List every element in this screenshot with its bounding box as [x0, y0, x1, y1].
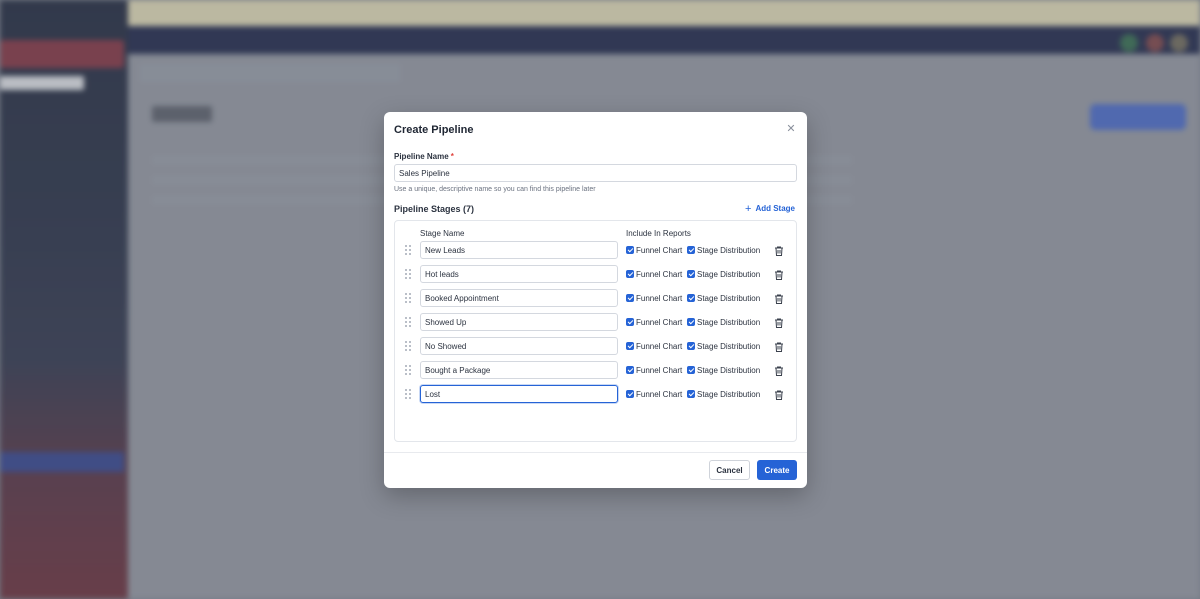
stage-distribution-checkbox[interactable]: [687, 246, 695, 254]
cancel-button[interactable]: Cancel: [709, 460, 750, 480]
stage-name-input[interactable]: [420, 289, 618, 307]
stage-name-input[interactable]: [420, 385, 618, 403]
funnel-chart-label: Funnel Chart: [636, 318, 683, 327]
stages-table: Stage Name Include In Reports Funnel Cha…: [394, 220, 797, 442]
pipeline-name-label: Pipeline Name *: [394, 152, 454, 161]
stage-name-input[interactable]: [420, 265, 618, 283]
drag-handle-icon[interactable]: [405, 317, 411, 327]
stage-name-input[interactable]: [420, 361, 618, 379]
required-mark: *: [450, 152, 454, 161]
pipeline-name-input[interactable]: [394, 164, 797, 182]
drag-handle-icon[interactable]: [405, 293, 411, 303]
stage-distribution-label: Stage Distribution: [697, 342, 761, 351]
trash-icon[interactable]: [773, 364, 785, 376]
create-pipeline-modal: Create Pipeline ✕ Pipeline Name* Use a u…: [384, 112, 807, 488]
stage-distribution-checkbox[interactable]: [687, 270, 695, 278]
funnel-chart-checkbox[interactable]: [626, 270, 634, 278]
stage-name-input[interactable]: [420, 313, 618, 331]
drag-handle-icon[interactable]: [405, 269, 411, 279]
create-button[interactable]: Create: [757, 460, 797, 480]
trash-icon[interactable]: [773, 340, 785, 352]
stage-distribution-label: Stage Distribution: [697, 246, 761, 255]
trash-icon[interactable]: [773, 268, 785, 280]
stage-distribution-label: Stage Distribution: [697, 366, 761, 375]
stage-name-input[interactable]: [420, 241, 618, 259]
stage-row: Funnel Chart Stage Distribution: [395, 289, 796, 307]
funnel-chart-label: Funnel Chart: [636, 246, 683, 255]
trash-icon[interactable]: [773, 244, 785, 256]
funnel-chart-checkbox[interactable]: [626, 342, 634, 350]
stage-row: Funnel Chart Stage Distribution: [395, 313, 796, 331]
trash-icon[interactable]: [773, 316, 785, 328]
stage-distribution-checkbox[interactable]: [687, 294, 695, 302]
stage-name-input[interactable]: [420, 337, 618, 355]
column-header-include-in-reports: Include In Reports: [626, 229, 691, 238]
funnel-chart-label: Funnel Chart: [636, 390, 683, 399]
funnel-chart-checkbox[interactable]: [626, 318, 634, 326]
stage-distribution-checkbox[interactable]: [687, 318, 695, 326]
trash-icon[interactable]: [773, 388, 785, 400]
stage-row: Funnel Chart Stage Distribution: [395, 361, 796, 379]
stage-distribution-checkbox[interactable]: [687, 342, 695, 350]
modal-title: Create Pipeline: [394, 124, 474, 136]
pipeline-stages-title: Pipeline Stages (7): [394, 204, 475, 214]
stage-distribution-label: Stage Distribution: [697, 270, 761, 279]
stage-distribution-label: Stage Distribution: [697, 318, 761, 327]
trash-icon[interactable]: [773, 292, 785, 304]
footer-divider: [384, 452, 807, 453]
funnel-chart-checkbox[interactable]: [626, 366, 634, 374]
drag-handle-icon[interactable]: [405, 341, 411, 351]
drag-handle-icon[interactable]: [405, 389, 411, 399]
stage-distribution-checkbox[interactable]: [687, 390, 695, 398]
funnel-chart-checkbox[interactable]: [626, 246, 634, 254]
pipeline-name-label-text: Pipeline Name: [394, 152, 449, 161]
plus-icon: +: [745, 202, 752, 215]
stage-row: Funnel Chart Stage Distribution: [395, 337, 796, 355]
close-icon[interactable]: ✕: [784, 122, 798, 136]
stage-distribution-label: Stage Distribution: [697, 390, 761, 399]
drag-handle-icon[interactable]: [405, 245, 411, 255]
stage-row: Funnel Chart Stage Distribution: [395, 265, 796, 283]
funnel-chart-checkbox[interactable]: [626, 390, 634, 398]
funnel-chart-label: Funnel Chart: [636, 270, 683, 279]
funnel-chart-label: Funnel Chart: [636, 366, 683, 375]
add-stage-label: Add Stage: [755, 204, 795, 213]
stage-distribution-checkbox[interactable]: [687, 366, 695, 374]
stage-distribution-label: Stage Distribution: [697, 294, 761, 303]
add-stage-button[interactable]: + Add Stage: [745, 202, 795, 215]
column-header-stage-name: Stage Name: [420, 229, 465, 238]
funnel-chart-checkbox[interactable]: [626, 294, 634, 302]
stage-row: Funnel Chart Stage Distribution: [395, 385, 796, 403]
funnel-chart-label: Funnel Chart: [636, 342, 683, 351]
stage-row: Funnel Chart Stage Distribution: [395, 241, 796, 259]
drag-handle-icon[interactable]: [405, 365, 411, 375]
pipeline-name-hint: Use a unique, descriptive name so you ca…: [394, 186, 596, 193]
funnel-chart-label: Funnel Chart: [636, 294, 683, 303]
